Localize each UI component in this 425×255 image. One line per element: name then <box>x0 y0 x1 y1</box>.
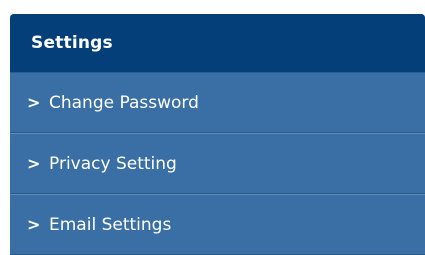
menu-item-change-password[interactable]: > Change Password <box>10 72 425 133</box>
menu-item-label: Email Settings <box>49 214 172 235</box>
menu-item-label: Change Password <box>49 92 199 113</box>
settings-header: Settings <box>10 14 425 72</box>
settings-title: Settings <box>31 33 113 53</box>
chevron-right-icon: > <box>27 154 41 173</box>
menu-item-label: Privacy Setting <box>49 153 177 174</box>
menu-item-email-settings[interactable]: > Email Settings <box>10 194 425 255</box>
chevron-right-icon: > <box>27 215 41 234</box>
menu-item-privacy-setting[interactable]: > Privacy Setting <box>10 133 425 194</box>
settings-panel: Settings > Change Password > Privacy Set… <box>10 14 425 255</box>
chevron-right-icon: > <box>27 93 41 112</box>
settings-menu: > Change Password > Privacy Setting > Em… <box>10 72 425 255</box>
